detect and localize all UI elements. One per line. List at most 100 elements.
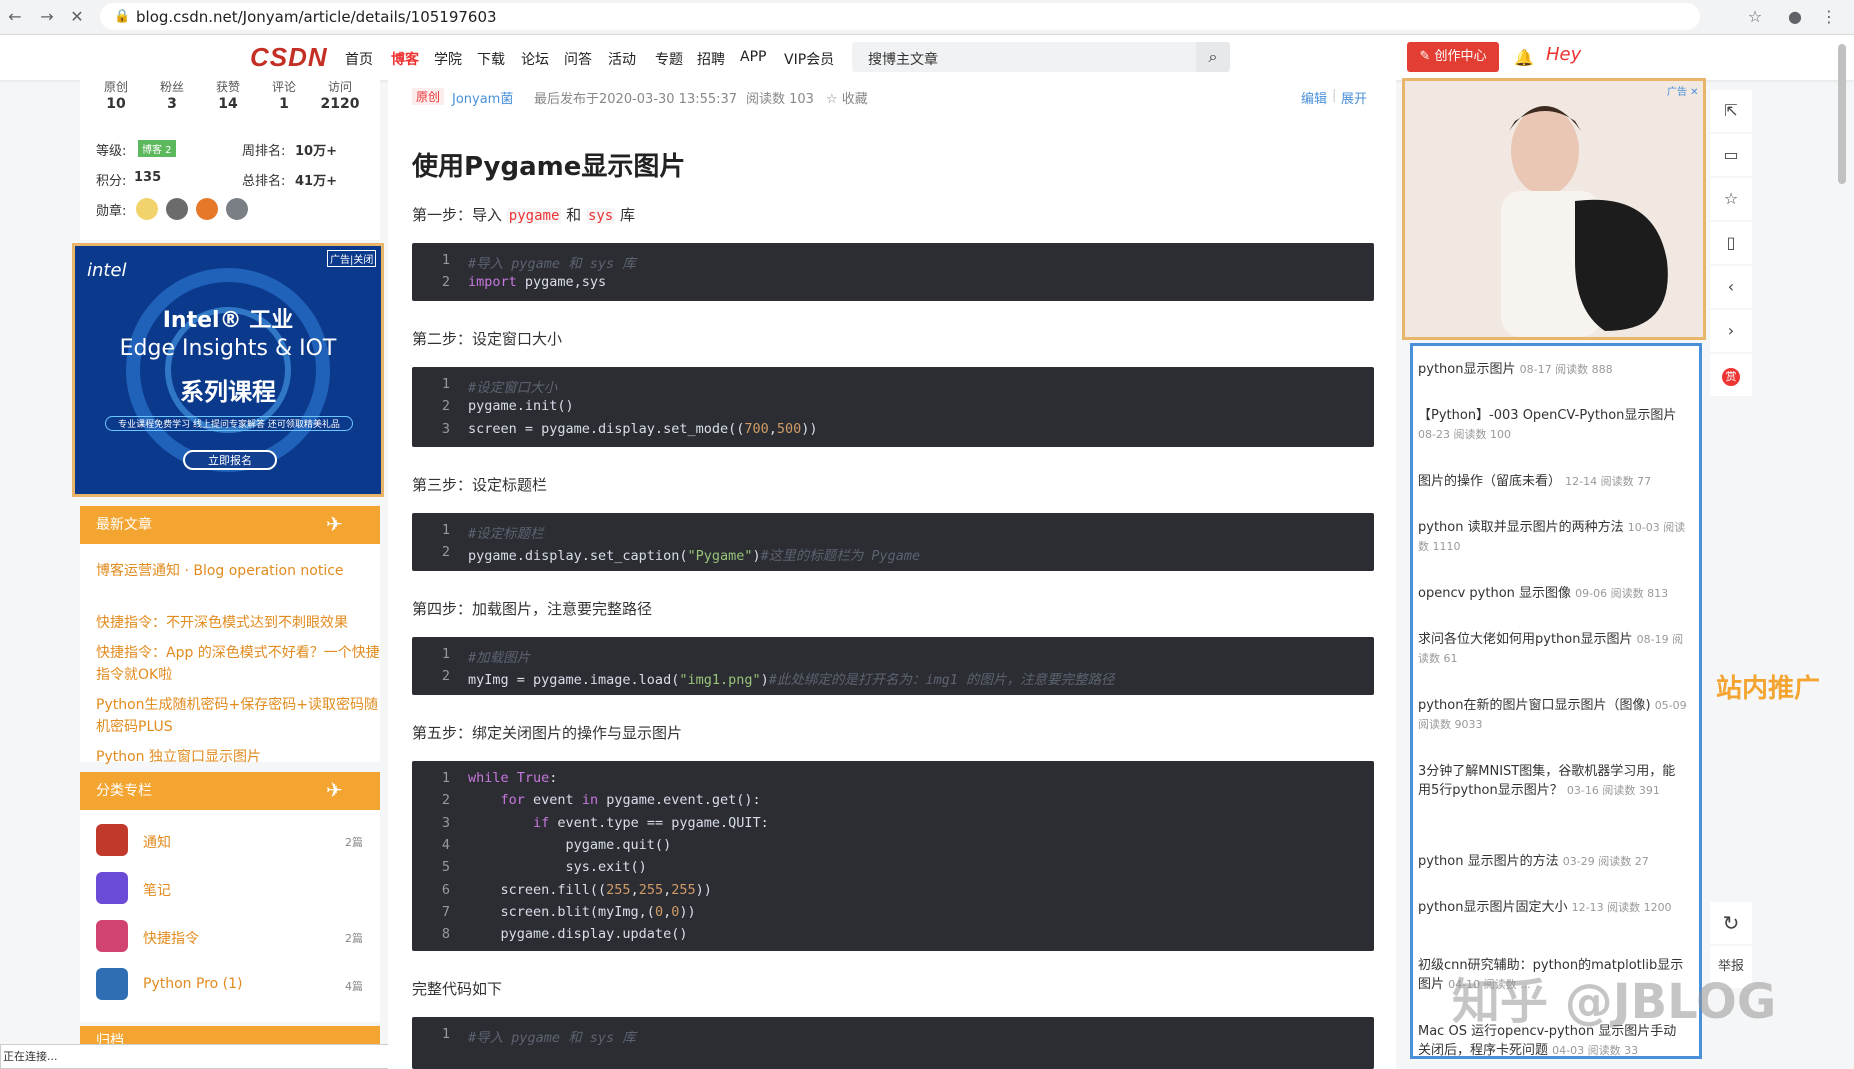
medal-icon[interactable] <box>196 198 218 220</box>
share-icon[interactable]: ⇱ <box>1710 90 1752 132</box>
recommend-item[interactable]: python 读取并显示图片的两种方法 10-03 阅读数 1110 <box>1418 518 1688 556</box>
category-name[interactable]: 快捷指令 <box>143 928 199 948</box>
menu-item[interactable]: VIP会员 <box>784 49 834 69</box>
csdn-logo[interactable]: CSDN <box>250 42 328 73</box>
menu-item[interactable]: 活动 <box>608 49 636 69</box>
total-rank-label: 总排名: <box>242 174 286 189</box>
recommend-title: opencv python 显示图像 <box>1418 586 1576 601</box>
prev-arrow-icon[interactable]: ‹ <box>1710 266 1752 308</box>
ad-tag[interactable]: 广告|关闭 <box>327 250 377 267</box>
recommend-item[interactable]: opencv python 显示图像 09-06 阅读数 813 <box>1418 584 1688 603</box>
line-number: 2 <box>441 792 450 809</box>
menu-item[interactable]: APP <box>740 49 766 65</box>
recommend-meta: 08-17 阅读数 888 <box>1519 363 1613 376</box>
url-text[interactable]: blog.csdn.net/Jonyam/article/details/105… <box>136 8 497 26</box>
recommend-item[interactable]: 图片的操作（留底未看） 12-14 阅读数 77 <box>1418 472 1688 491</box>
ad-line3: 系列课程 <box>180 378 276 406</box>
code-line: pygame.display.set_caption("Pygame")#这里的… <box>468 548 921 565</box>
categories-title: 分类专栏 <box>96 783 152 799</box>
edit-link[interactable]: 编辑 <box>1301 88 1327 107</box>
right-ad-banner[interactable]: 广告 ✕ <box>1402 78 1706 340</box>
recent-article-link[interactable]: 快捷指令：App 的深色模式不好看？一个快捷指令就OK啦 <box>96 642 386 686</box>
recommend-item[interactable]: 求问各位大佬如何用python显示图片 08-19 阅读数 61 <box>1418 630 1688 668</box>
recommend-meta: 08-23 阅读数 100 <box>1418 428 1511 441</box>
line-number: 2 <box>441 544 450 561</box>
level-badge[interactable]: 博客 2 <box>138 140 176 157</box>
category-name[interactable]: 通知 <box>143 832 171 852</box>
category-name[interactable]: Python Pro (1) <box>143 976 242 992</box>
recommend-item[interactable]: python 显示图片的方法 03-29 阅读数 27 <box>1418 852 1688 871</box>
expand-link[interactable]: 展开 <box>1341 88 1367 107</box>
recent-article-link[interactable]: 博客运营通知 · Blog operation notice <box>96 560 386 582</box>
recommend-item[interactable]: 3分钟了解MNIST图集，谷歌机器学习用，能用5行python显示图片？ 03-… <box>1418 762 1688 800</box>
code-block-2[interactable]: 1 #设定窗口大小 2 pygame.init() 3 screen = pygame.d… <box>412 367 1374 447</box>
search-icon[interactable]: ⌕ <box>1196 42 1230 72</box>
menu-item[interactable]: 首页 <box>345 49 373 69</box>
medal-icon[interactable] <box>136 198 158 220</box>
medal-icon[interactable] <box>226 198 248 220</box>
ad-tag[interactable]: 广告 ✕ <box>1667 83 1699 98</box>
menu-item[interactable]: 问答 <box>564 49 592 69</box>
promo-label: 站内推广 <box>1716 674 1821 704</box>
recent-article-link[interactable]: Python 独立窗口显示图片 <box>96 746 386 768</box>
code-line: pygame.init() <box>468 398 574 415</box>
step1-pre: 第一步：导入 <box>412 206 503 224</box>
line-number: 1 <box>441 376 450 392</box>
recommend-item[interactable]: python在新的图片窗口显示图片（图像) 05-09 阅读数 9033 <box>1418 696 1688 734</box>
account-icon[interactable]: ● <box>1784 6 1806 28</box>
paper-plane-icon: ✈ <box>326 778 343 802</box>
code-block-4[interactable]: 1 #加载图片 2 myImg = pygame.image.load("img1.p… <box>412 637 1374 695</box>
refresh-icon[interactable]: ↻ <box>1710 902 1752 944</box>
menu-item[interactable]: 专题 <box>655 49 683 69</box>
recent-article-link[interactable]: 快捷指令：不开深色模式达到不刺眼效果 <box>96 612 386 634</box>
code-line: screen = pygame.display.set_mode((700,50… <box>468 420 818 437</box>
medal-icon[interactable] <box>166 198 188 220</box>
ad-register-button[interactable]: 立即报名 <box>183 450 277 470</box>
collect-button[interactable]: ☆ 收藏 <box>826 88 868 107</box>
reward-icon[interactable]: 赏 <box>1710 354 1752 396</box>
code-block-6[interactable]: 1 #导入 pygame 和 sys 库 <box>412 1017 1374 1069</box>
recommend-title: 求问各位大佬如何用python显示图片 <box>1418 632 1637 647</box>
menu-item[interactable]: 招聘 <box>697 49 725 69</box>
recent-article-link[interactable]: Python生成随机密码+保存密码+读取密码随机密码PLUS <box>96 694 386 738</box>
recommend-item[interactable]: 【Python】-003 OpenCV-Python显示图片 08-23 阅读数… <box>1418 406 1688 444</box>
ad-model-photo <box>1501 106 1668 337</box>
line-number: 6 <box>441 881 450 898</box>
line-number: 8 <box>441 926 450 943</box>
back-icon[interactable]: ← <box>4 6 26 28</box>
left-ad-banner[interactable]: 广告|关闭 intel Intel® 工业 Edge Insights & IO… <box>72 243 384 497</box>
bell-icon[interactable]: 🔔 <box>1514 48 1534 67</box>
next-arrow-icon[interactable]: › <box>1710 310 1752 352</box>
menu-item[interactable]: 博客 <box>391 49 419 69</box>
recommend-item[interactable]: python显示图片 08-17 阅读数 888 <box>1418 360 1688 379</box>
code-line: myImg = pygame.image.load("img1.png")#此处… <box>468 672 1115 689</box>
stat-value: 1 <box>279 96 289 112</box>
code-block-1[interactable]: 1 #导入 pygame 和 sys 库 2 import pygame,sys <box>412 243 1374 301</box>
category-name[interactable]: 笔记 <box>143 880 171 900</box>
recommend-item[interactable]: python显示图片固定大小 12-13 阅读数 1200 <box>1418 898 1688 917</box>
bookmark-star-icon[interactable]: ☆ <box>1744 6 1766 28</box>
author-link[interactable]: Jonyam菌 <box>452 88 513 107</box>
code-line: while True: <box>468 770 558 786</box>
stat-label: 粉丝 <box>159 80 184 94</box>
recommend-meta: 04-03 阅读数 33 <box>1552 1044 1639 1057</box>
forward-icon[interactable]: → <box>36 6 58 28</box>
browser-menu-icon[interactable]: ⋮ <box>1818 6 1840 28</box>
comment-icon[interactable]: ▭ <box>1710 134 1752 176</box>
category-icon <box>96 872 128 904</box>
create-center-button[interactable]: ✎ 创作中心 <box>1407 42 1499 72</box>
code-block-5[interactable]: 1 while True: 2 for event in pygame.event.… <box>412 761 1374 951</box>
line-number: 1 <box>441 646 450 662</box>
category-icon <box>96 968 128 1000</box>
stop-loading-icon[interactable]: ✕ <box>66 6 88 28</box>
menu-item[interactable]: 学院 <box>434 49 462 69</box>
code-block-3[interactable]: 1 #设定标题栏 2 pygame.display.set_caption("Pyga… <box>412 513 1374 571</box>
page-scrollbar[interactable] <box>1838 44 1846 184</box>
mobile-icon[interactable]: ▯ <box>1710 222 1752 264</box>
code-line: pygame.quit() <box>468 836 672 853</box>
menu-item[interactable]: 下载 <box>477 49 505 69</box>
user-avatar[interactable]: Hey <box>1546 44 1581 65</box>
menu-item[interactable]: 论坛 <box>521 49 549 69</box>
line-number: 1 <box>441 1026 450 1042</box>
star-icon[interactable]: ☆ <box>1710 178 1752 220</box>
